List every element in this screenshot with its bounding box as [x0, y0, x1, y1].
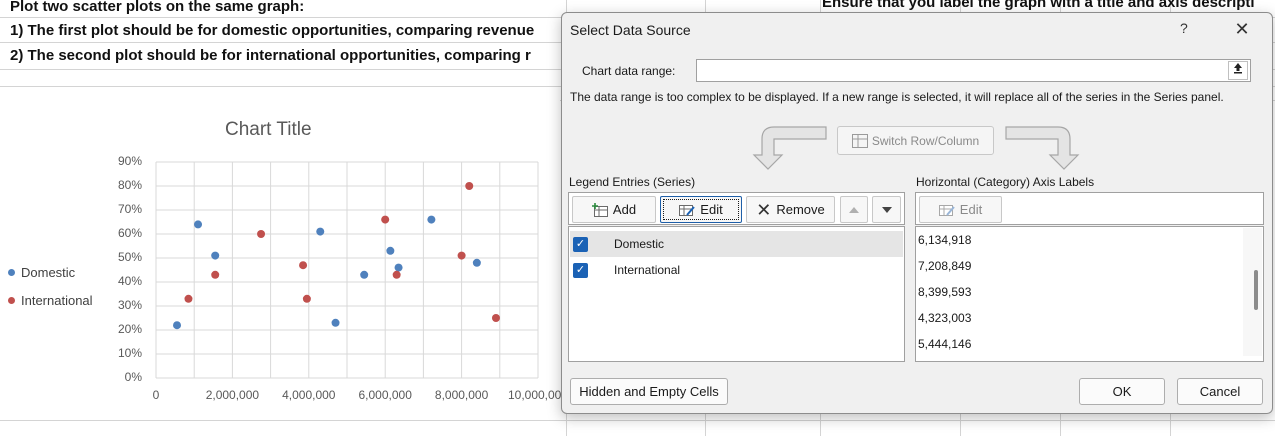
close-button[interactable]: ✕	[1230, 17, 1254, 41]
data-point-domestic[interactable]	[173, 321, 182, 330]
range-message: The data range is too complex to be disp…	[570, 90, 1224, 104]
select-data-source-dialog[interactable]: Select Data Source ? ✕ Chart data range:…	[561, 12, 1273, 414]
data-point-international[interactable]	[211, 270, 220, 279]
chart-data-range-label: Chart data range:	[582, 64, 676, 78]
axis-label-item: 7,208,849	[918, 259, 972, 273]
y-tick-label: 90%	[118, 154, 143, 168]
data-point-domestic[interactable]	[360, 270, 369, 279]
triangle-down-icon	[881, 206, 892, 213]
triangle-up-icon	[849, 206, 859, 213]
sheet-instruction-2: 1) The first plot should be for domestic…	[10, 22, 535, 39]
dialog-title: Select Data Source	[570, 22, 691, 38]
switch-row-column-label: Switch Row/Column	[871, 133, 980, 148]
ok-button[interactable]: OK	[1079, 378, 1165, 405]
chart-legend[interactable]: Domestic International	[8, 258, 93, 314]
add-grid-icon	[591, 202, 608, 217]
y-tick-label: 60%	[118, 226, 143, 240]
data-point-domestic[interactable]	[316, 227, 325, 236]
y-tick-label: 20%	[118, 322, 143, 336]
y-tick-label: 80%	[118, 178, 143, 192]
data-point-domestic[interactable]	[427, 215, 436, 224]
axis-list-scrollbar[interactable]	[1243, 228, 1262, 356]
chart-data-range-input[interactable]	[696, 59, 1251, 82]
edit-axis-labels-button[interactable]: Edit	[919, 196, 1002, 223]
data-point-international[interactable]	[381, 215, 390, 224]
legend-label-domestic: Domestic	[21, 264, 76, 280]
y-tick-label: 30%	[118, 298, 143, 312]
y-tick-label: 10%	[118, 346, 143, 360]
series-checkbox-international[interactable]: ✓	[573, 262, 588, 278]
data-point-domestic[interactable]	[211, 251, 220, 260]
remove-series-button[interactable]: ✕ Remove	[746, 196, 835, 223]
data-point-domestic[interactable]	[386, 246, 395, 255]
remove-x-icon: ✕	[756, 199, 772, 220]
legend-marker-international	[8, 296, 15, 304]
y-tick-label: 70%	[118, 202, 143, 216]
series-list[interactable]: ✓ Domestic ✓ International	[568, 226, 905, 362]
data-point-international[interactable]	[465, 182, 474, 190]
axis-toolbar: Edit	[915, 192, 1264, 225]
left-curved-arrow-icon	[752, 126, 827, 170]
data-point-domestic[interactable]	[472, 258, 481, 267]
data-point-international[interactable]	[184, 294, 193, 303]
sheet-instruction-1: Plot two scatter plots on the same graph…	[10, 0, 305, 15]
series-toolbar: Add Edit ✕ Remove	[568, 192, 905, 225]
edit-series-button[interactable]: Edit	[660, 196, 742, 223]
data-point-domestic[interactable]	[331, 318, 340, 327]
collapse-arrow-icon	[1234, 63, 1242, 74]
axis-labels-list[interactable]: 6,134,918 7,208,849 8,399,593 4,323,003 …	[915, 226, 1264, 362]
legend-entries-label: Legend Entries (Series)	[569, 175, 696, 189]
series-name-domestic: Domestic	[614, 237, 665, 251]
axis-label-item: 5,444,146	[918, 337, 972, 351]
data-point-international[interactable]	[457, 251, 466, 260]
data-point-domestic[interactable]	[394, 263, 403, 272]
y-tick-label: 50%	[118, 250, 143, 264]
data-point-international[interactable]	[257, 230, 266, 238]
axis-labels-label: Horizontal (Category) Axis Labels	[916, 175, 1095, 189]
axis-label-item: 8,399,593	[918, 285, 972, 299]
series-row-international[interactable]: ✓ International	[570, 257, 903, 283]
help-button[interactable]: ?	[1180, 20, 1188, 36]
sheet-instruction-3: 2) The second plot should be for interna…	[10, 47, 531, 64]
data-point-international[interactable]	[302, 294, 311, 303]
sheet-note-right: Ensure that you label the graph with a t…	[822, 0, 1255, 11]
hidden-empty-cells-button[interactable]: Hidden and Empty Cells	[570, 378, 728, 405]
switch-row-column-button[interactable]: Switch Row/Column	[837, 126, 994, 155]
axis-label-item: 6,134,918	[918, 233, 972, 247]
data-point-international[interactable]	[299, 261, 308, 270]
data-point-international[interactable]	[491, 314, 500, 322]
data-point-domestic[interactable]	[194, 220, 203, 229]
add-series-button[interactable]: Add	[572, 196, 656, 223]
edit-grid-icon	[679, 204, 696, 216]
y-tick-label: 0%	[124, 370, 142, 384]
legend-item-domestic[interactable]: Domestic	[8, 258, 93, 286]
scrollbar-thumb[interactable]	[1254, 270, 1258, 310]
move-up-button[interactable]	[840, 196, 868, 223]
series-row-domestic[interactable]: ✓ Domestic	[570, 231, 903, 257]
series-checkbox-domestic[interactable]: ✓	[573, 236, 588, 252]
right-curved-arrow-icon	[1005, 126, 1080, 170]
cancel-button[interactable]: Cancel	[1177, 378, 1263, 405]
legend-label-international: International	[21, 292, 93, 308]
switch-grid-icon	[851, 133, 868, 148]
legend-marker-domestic	[8, 268, 15, 276]
y-tick-label: 40%	[118, 274, 143, 288]
move-down-button[interactable]	[872, 196, 901, 223]
axis-label-item: 4,323,003	[918, 311, 972, 325]
series-name-international: International	[614, 263, 681, 277]
edit-series-label: Edit	[700, 202, 723, 217]
edit-axis-labels-label: Edit	[959, 202, 983, 217]
edit-axis-grid-icon	[938, 204, 955, 216]
legend-item-international[interactable]: International	[8, 286, 93, 314]
add-series-label: Add	[612, 202, 637, 217]
collapse-dialog-button[interactable]	[1228, 61, 1248, 80]
data-point-international[interactable]	[392, 270, 401, 279]
remove-series-label: Remove	[776, 202, 825, 217]
